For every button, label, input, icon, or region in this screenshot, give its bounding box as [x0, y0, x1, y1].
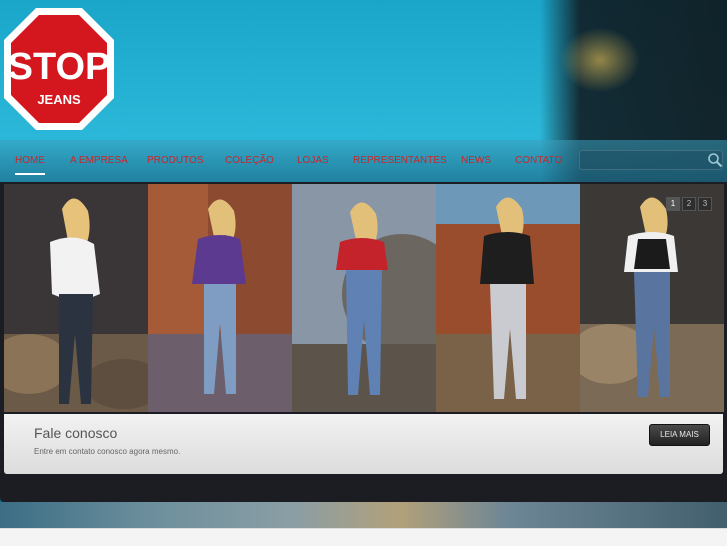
svg-text:JEANS: JEANS: [37, 92, 81, 107]
slider-page-3[interactable]: 3: [698, 197, 712, 211]
nav-item-colecao[interactable]: Coleção: [225, 140, 274, 182]
caption-text: Entre em contato conosco agora mesmo.: [34, 447, 181, 456]
footer-background-strip: [0, 502, 727, 528]
nav-item-representantes[interactable]: Representantes: [353, 140, 447, 182]
slide-image-3[interactable]: [292, 184, 436, 412]
slider-page-1[interactable]: 1: [666, 197, 680, 211]
nav-item-news[interactable]: News: [461, 140, 491, 182]
search-input[interactable]: [579, 150, 723, 170]
nav-item-home[interactable]: Home: [15, 140, 45, 175]
content-area-top: [0, 528, 727, 546]
slide-caption: Fale conosco Entre em contato conosco ag…: [4, 414, 723, 474]
svg-text:STOP: STOP: [8, 46, 111, 88]
slide-image-2[interactable]: [148, 184, 292, 412]
nav-item-lojas[interactable]: Lojas: [297, 140, 329, 182]
caption-title: Fale conosco: [34, 425, 118, 441]
slide-image-5[interactable]: [580, 184, 724, 412]
nav-item-produtos[interactable]: Produtos: [147, 140, 204, 182]
slide-image-1[interactable]: [4, 184, 148, 412]
stop-jeans-logo[interactable]: STOP JEANS: [2, 6, 116, 132]
slider-page-2[interactable]: 2: [682, 197, 696, 211]
search-icon[interactable]: [707, 152, 723, 168]
nav-item-a-empresa[interactable]: A Empresa: [70, 140, 128, 182]
slide-image-4[interactable]: [436, 184, 580, 412]
nav-item-contato[interactable]: Contato: [515, 140, 562, 182]
read-more-button[interactable]: LEIA MAIS: [649, 424, 710, 446]
